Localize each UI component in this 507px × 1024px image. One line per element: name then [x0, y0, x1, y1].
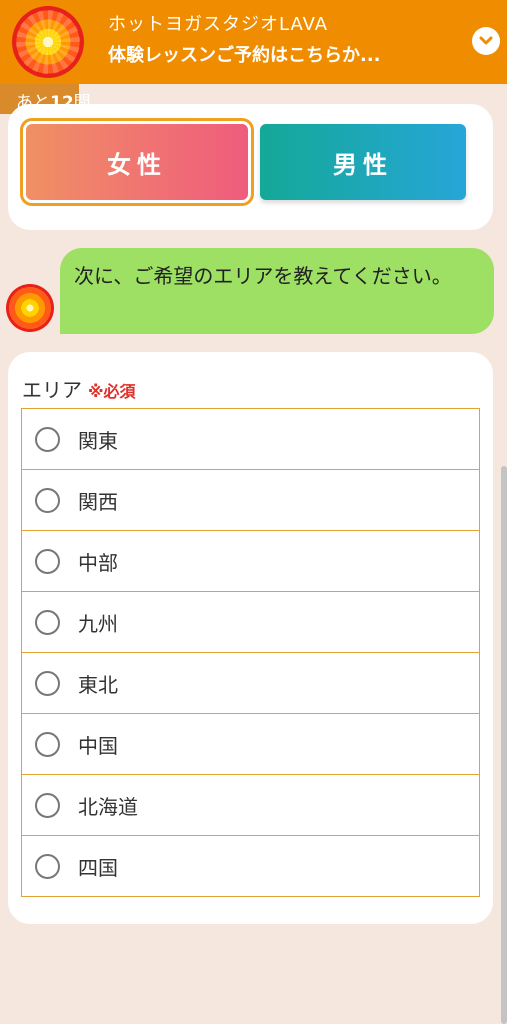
gender-card: 女性 男性 [8, 104, 493, 230]
area-field-label: エリア ※必須 [22, 374, 136, 403]
area-option-label: 中部 [78, 550, 118, 575]
area-option-label: 四国 [78, 855, 118, 880]
collapse-toggle-button[interactable] [472, 27, 500, 55]
area-option[interactable]: 中部 [22, 531, 479, 592]
area-option-label: 北海道 [78, 794, 138, 819]
header-title: ホットヨガスタジオLAVA [108, 14, 329, 35]
radio-button[interactable] [35, 426, 60, 452]
radio-button[interactable] [35, 487, 60, 513]
area-option[interactable]: 北海道 [22, 775, 479, 836]
area-option-label: 東北 [78, 672, 118, 697]
scrollbar[interactable] [501, 466, 507, 1024]
area-options-list: 関東関西中部九州東北中国北海道四国 [21, 408, 480, 897]
female-button[interactable]: 女性 [20, 118, 254, 206]
area-option-label: 関西 [78, 489, 118, 514]
radio-button[interactable] [35, 853, 60, 879]
radio-button[interactable] [35, 670, 60, 696]
area-option[interactable]: 四国 [22, 836, 479, 897]
bot-avatar [6, 284, 54, 332]
area-option[interactable]: 中国 [22, 714, 479, 775]
area-question-card: エリア ※必須 関東関西中部九州東北中国北海道四国 [8, 352, 493, 924]
radio-button[interactable] [35, 548, 60, 574]
radio-button[interactable] [35, 609, 60, 635]
required-badge: ※必須 [88, 382, 136, 401]
chevron-down-icon [479, 36, 493, 45]
radio-button[interactable] [35, 792, 60, 818]
area-option[interactable]: 関東 [22, 409, 479, 470]
header-subtitle: 体験レッスンご予約はこちらか... [108, 45, 381, 66]
area-option-label: 関東 [78, 428, 118, 453]
lava-logo [12, 6, 84, 78]
radio-button[interactable] [35, 731, 60, 757]
header-bar: ホットヨガスタジオLAVA 体験レッスンご予約はこちらか... [0, 0, 507, 84]
area-option[interactable]: 九州 [22, 592, 479, 653]
area-option[interactable]: 東北 [22, 653, 479, 714]
header-text: ホットヨガスタジオLAVA 体験レッスンご予約はこちらか... [108, 12, 381, 70]
chat-bubble: 次に、ご希望のエリアを教えてください。 [60, 248, 494, 334]
male-button[interactable]: 男性 [260, 124, 466, 200]
area-option-label: 九州 [78, 611, 118, 636]
area-option[interactable]: 関西 [22, 470, 479, 531]
area-option-label: 中国 [78, 733, 118, 758]
area-label-text: エリア [22, 378, 82, 402]
